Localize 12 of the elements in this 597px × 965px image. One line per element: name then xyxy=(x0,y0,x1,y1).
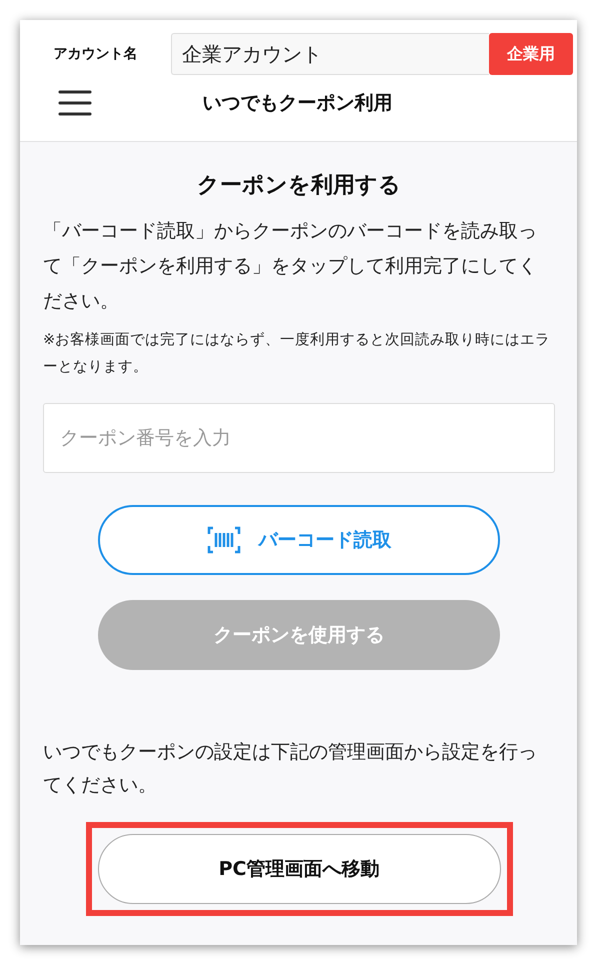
coupon-number-field[interactable]: クーポン番号を入力 xyxy=(43,403,555,473)
account-field[interactable]: 企業アカウント xyxy=(171,33,489,75)
description-text: 「バーコード読取」からクーポンのバーコードを読み取って「クーポンを利用する」をタップして利用完了にしてください。 xyxy=(43,219,538,314)
note-text: ※お客様画面では完了にはならず、一度利用すると次回読み取り時にはエラーとなります。 xyxy=(43,330,552,377)
page-title: いつでもクーポン利用 xyxy=(202,91,394,116)
admin-page-button[interactable]: PC管理画面へ移動 xyxy=(98,834,500,904)
account-label: アカウント名 xyxy=(52,45,138,63)
settings-text: いつでもクーポンの設定は下記の管理画面から設定を行ってください。 xyxy=(43,740,538,798)
barcode-icon xyxy=(206,526,240,554)
section-heading: クーポンを利用する xyxy=(196,172,402,200)
account-badge: 企業用 xyxy=(489,33,573,75)
menu-icon[interactable] xyxy=(58,89,92,117)
